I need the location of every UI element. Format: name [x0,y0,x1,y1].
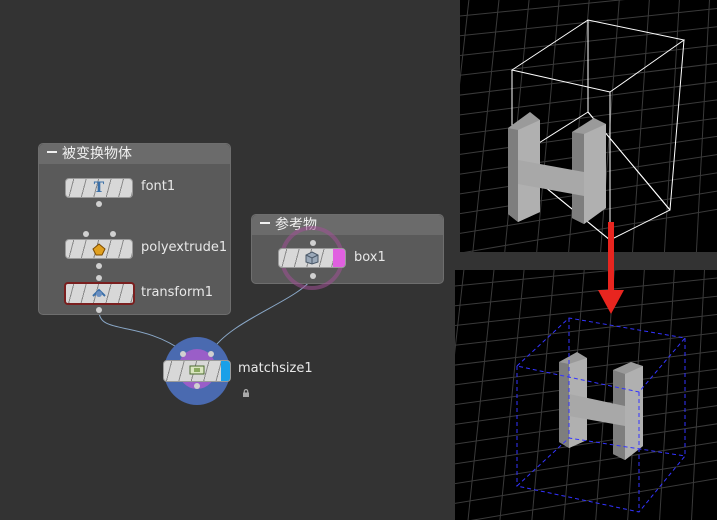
viewport-after[interactable] [455,270,717,520]
network-box-title: 被变换物体 [62,146,132,162]
node-polyextrude[interactable] [65,239,133,259]
output-connector[interactable] [96,307,102,313]
node-label: matchsize1 [238,361,313,376]
node-matchsize[interactable] [163,360,231,382]
output-connector[interactable] [310,273,316,279]
node-box[interactable] [278,248,346,268]
lock-icon [242,382,250,397]
node-label: polyextrude1 [141,240,228,255]
box-icon [304,251,320,265]
matchsize-icon [189,363,205,377]
scene-before [460,0,717,252]
output-connector[interactable] [96,201,102,207]
node-transform[interactable] [64,282,135,305]
h-letter-shape [508,112,606,224]
input-connector[interactable] [96,275,102,281]
collapse-icon[interactable] [260,222,270,224]
network-box-header[interactable]: 被变换物体 [39,144,230,164]
node-label: box1 [354,250,386,265]
transform-icon [91,286,107,300]
node-label: transform1 [141,285,214,300]
input-connector[interactable] [208,351,214,357]
node-font[interactable]: T [65,178,133,198]
viewport-before[interactable] [460,0,717,252]
render-flag[interactable] [221,361,230,381]
scene-after [455,270,717,520]
font-icon: T [93,180,105,196]
output-connector[interactable] [96,263,102,269]
display-flag[interactable] [333,249,345,267]
input-connector[interactable] [110,231,116,237]
input-connector[interactable] [83,231,89,237]
collapse-icon[interactable] [47,151,57,153]
input-connector[interactable] [310,240,316,246]
node-label: font1 [141,179,176,194]
wire-transform-matchsize [98,310,185,353]
network-editor[interactable]: 被变换物体 参考物 T font1 polyextrude1 transform… [0,0,455,520]
input-connector[interactable] [180,351,186,357]
polyextrude-icon [91,242,107,256]
down-arrow-icon [596,222,626,314]
network-box-header[interactable]: 参考物 [252,215,443,235]
output-connector[interactable] [194,383,200,389]
